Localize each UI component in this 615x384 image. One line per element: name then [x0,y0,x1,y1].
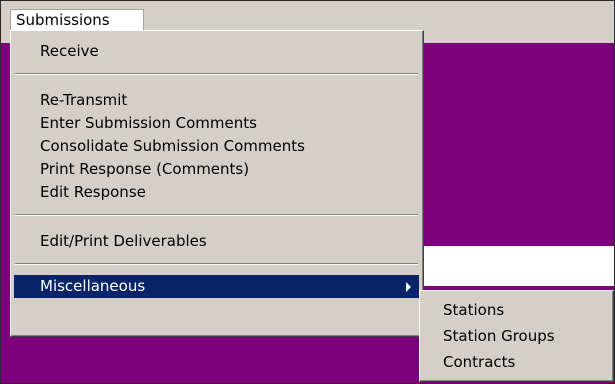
menu-item-edit-response[interactable]: Edit Response [14,181,419,204]
menu-separator [15,73,418,75]
menu-separator [15,263,418,265]
menu-item-consolidate-submission-comments[interactable]: Consolidate Submission Comments [14,135,419,158]
menu-item-re-transmit[interactable]: Re-Transmit [14,89,419,112]
submenu-item-stations[interactable]: Stations [423,299,609,322]
menu-bar: Submissions [1,1,614,30]
menu-item-miscellaneous[interactable]: Miscellaneous [14,275,419,298]
menu-item-receive[interactable]: Receive [14,40,419,63]
workspace-blank-area [421,246,614,286]
submenu-item-station-groups[interactable]: Station Groups [423,325,609,348]
menu-item-miscellaneous-label: Miscellaneous [40,277,146,295]
menu-item-edit-print-deliverables[interactable]: Edit/Print Deliverables [14,230,419,253]
menu-item-enter-submission-comments[interactable]: Enter Submission Comments [14,112,419,135]
miscellaneous-submenu: Stations Station Groups Contracts [419,290,614,382]
menu-item-print-response[interactable]: Print Response (Comments) [14,158,419,181]
menu-submissions[interactable]: Submissions [10,9,144,30]
submissions-dropdown-menu: Receive Re-Transmit Enter Submission Com… [10,30,424,337]
submenu-arrow-icon [406,282,411,292]
submenu-item-contracts[interactable]: Contracts [423,351,609,374]
application-window: Submissions Receive Re-Transmit Enter Su… [0,0,615,384]
menu-separator [15,214,418,216]
